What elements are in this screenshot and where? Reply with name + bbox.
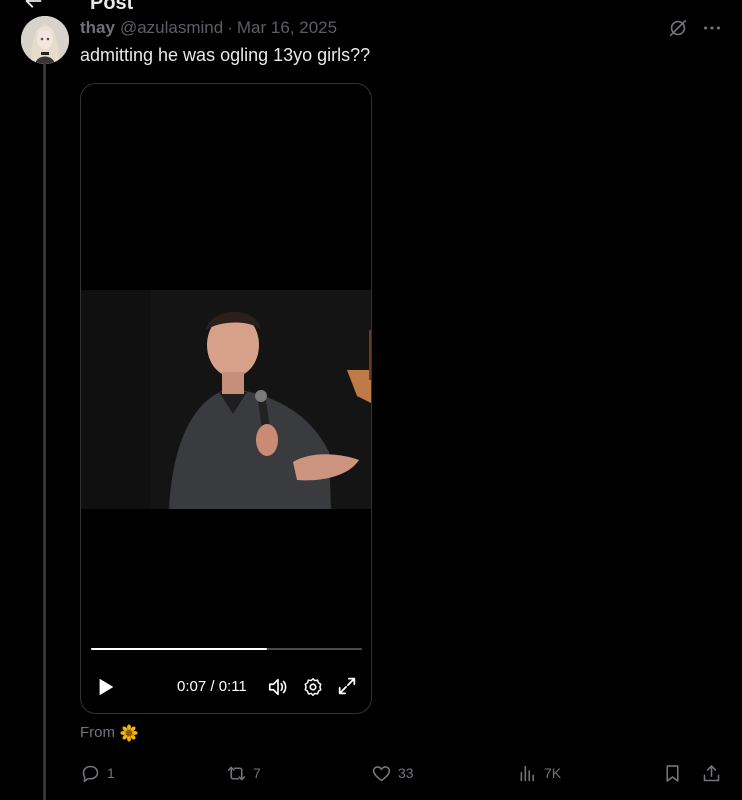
video-frame <box>81 290 371 509</box>
repost-icon <box>227 766 246 780</box>
bookmark-button[interactable] <box>662 760 683 786</box>
author-handle[interactable]: @azulasmind <box>120 17 223 39</box>
heart-icon <box>372 765 391 781</box>
play-icon[interactable] <box>95 676 117 698</box>
video-progress-fill <box>91 648 268 650</box>
post-source[interactable]: From <box>80 723 138 743</box>
post-date[interactable]: Mar 16, 2025 <box>237 17 337 39</box>
share-icon <box>703 764 720 781</box>
video-player[interactable]: 0:07 / 0:11 <box>80 83 372 714</box>
like-count: 33 <box>398 765 414 781</box>
top-bar: Post <box>0 0 742 14</box>
page-title: Post <box>90 0 134 14</box>
back-arrow-icon[interactable] <box>22 0 44 12</box>
thread-line <box>43 64 46 800</box>
reply-button[interactable]: 1 <box>80 760 115 786</box>
analytics-icon <box>520 765 534 781</box>
video-progress-bar[interactable] <box>91 648 362 650</box>
volume-icon[interactable] <box>267 676 289 698</box>
settings-icon[interactable] <box>302 676 324 698</box>
post-text: admitting he was ogling 13yo girls?? <box>80 45 371 65</box>
repost-count: 7 <box>253 765 261 781</box>
views-button[interactable]: 7K <box>517 760 561 786</box>
action-bar: 1 7 33 7K <box>0 760 742 786</box>
bookmark-icon <box>666 764 679 782</box>
more-options-icon[interactable] <box>701 17 723 39</box>
view-count: 7K <box>544 765 562 781</box>
like-button[interactable]: 33 <box>371 760 414 786</box>
post-header: thay @azulasmind · Mar 16, 2025 <box>80 17 337 39</box>
sunflower-icon <box>120 724 138 742</box>
grok-icon[interactable] <box>667 17 689 39</box>
fullscreen-icon[interactable] <box>336 675 358 697</box>
video-time: 0:07 / 0:11 <box>177 678 247 695</box>
repost-button[interactable]: 7 <box>226 760 261 786</box>
share-button[interactable] <box>701 760 722 786</box>
source-label: From <box>80 724 115 741</box>
reply-count: 1 <box>107 765 115 781</box>
separator-dot: · <box>227 18 233 37</box>
author-name[interactable]: thay <box>80 17 115 39</box>
author-avatar[interactable] <box>21 16 69 64</box>
avatar-image <box>21 16 69 64</box>
reply-icon <box>82 765 99 782</box>
